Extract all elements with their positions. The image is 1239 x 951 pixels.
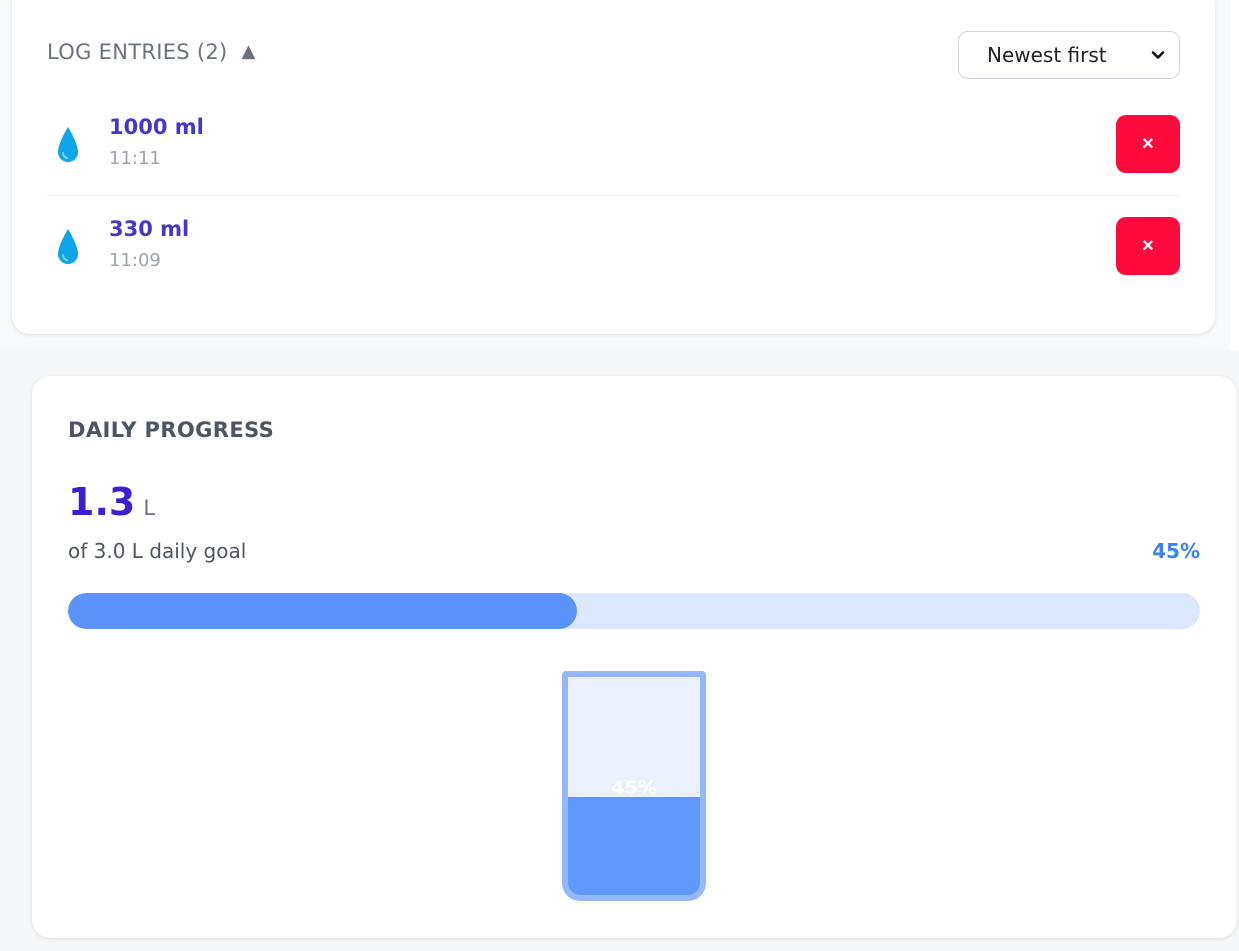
entry-time: 11:11 [109,148,161,169]
delete-entry-button[interactable]: × [1116,115,1180,173]
intake-total: 1.3 L [68,480,155,524]
chevron-down-icon [1151,51,1165,59]
log-entries-toggle[interactable]: LOG ENTRIES (2) ▲ [47,40,256,64]
log-entries-title: LOG ENTRIES (2) [47,40,228,64]
intake-value: 1.3 [68,480,136,524]
daily-progress-title: DAILY PROGRESS [68,418,275,442]
entry-time: 11:09 [109,250,161,271]
entry-amount: 1000 ml [109,115,204,139]
entry-divider [47,195,1180,196]
daily-progress-card: DAILY PROGRESS 1.3 L of 3.0 L daily goal… [32,376,1237,938]
progress-bar-fill [68,593,578,629]
delete-entry-button[interactable]: × [1116,217,1180,275]
water-glass: 45% [562,671,706,901]
water-glass-label: 45% [611,777,657,799]
log-entry: 1000 ml 11:11 × [47,115,1180,195]
water-drop-icon [58,229,78,264]
water-drop-icon [58,127,78,162]
sort-order-select[interactable]: Newest first [958,31,1180,79]
water-glass-fill [568,796,700,895]
log-entry: 330 ml 11:09 × [47,217,1180,297]
intake-unit: L [143,496,156,520]
progress-bar [68,593,1200,629]
sort-order-value: Newest first [987,43,1107,67]
close-icon: × [1142,234,1154,257]
log-entries-card: LOG ENTRIES (2) ▲ Newest first 1000 ml 1… [12,0,1215,334]
goal-text: of 3.0 L daily goal [68,539,247,563]
progress-percent: 45% [1152,539,1200,563]
entry-amount: 330 ml [109,217,190,241]
close-icon: × [1142,132,1154,155]
collapse-caret-icon: ▲ [241,41,256,62]
